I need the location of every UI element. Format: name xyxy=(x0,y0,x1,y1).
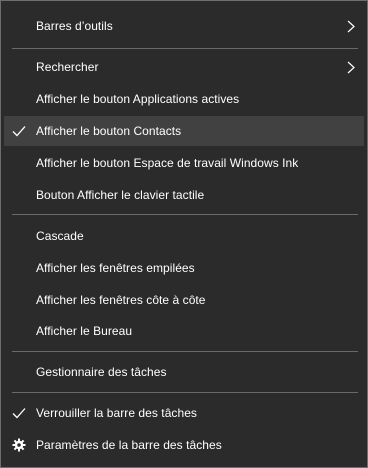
check-icon xyxy=(12,408,26,419)
menu-item-taskbar-settings[interactable]: Paramètres de la barre des tâches xyxy=(4,430,364,460)
menu-item-side-by-side[interactable]: Afficher les fenêtres côte à côte xyxy=(4,285,364,315)
menu-item-label: Afficher le Bureau xyxy=(36,324,133,338)
menu-item-label: Afficher le bouton Espace de travail Win… xyxy=(36,156,299,170)
menu-item-label: Gestionnaire des tâches xyxy=(36,365,167,379)
menu-item-label: Bouton Afficher le clavier tactile xyxy=(36,188,205,202)
menu-separator xyxy=(12,214,358,215)
menu-item-label: Barres d’outils xyxy=(36,19,113,33)
menu-item-show-desktop[interactable]: Afficher le Bureau xyxy=(4,316,364,346)
check-icon xyxy=(12,126,26,137)
chevron-right-icon xyxy=(347,20,355,33)
menu-item-label: Rechercher xyxy=(36,60,99,74)
menu-item-label: Verrouiller la barre des tâches xyxy=(36,406,197,420)
menu-item-stacked-windows[interactable]: Afficher les fenêtres empilées xyxy=(4,253,364,283)
menu-item-label: Paramètres de la barre des tâches xyxy=(36,438,222,452)
menu-item-show-windows-ink[interactable]: Afficher le bouton Espace de travail Win… xyxy=(4,148,364,178)
menu-item-show-active-apps[interactable]: Afficher le bouton Applications actives xyxy=(4,84,364,114)
menu-item-search[interactable]: Rechercher xyxy=(4,52,364,82)
menu-item-touch-keyboard[interactable]: Bouton Afficher le clavier tactile xyxy=(4,180,364,210)
gear-icon xyxy=(12,438,26,452)
menu-separator xyxy=(12,392,358,393)
menu-separator xyxy=(12,48,358,49)
menu-item-label: Cascade xyxy=(36,229,84,243)
menu-item-show-contacts[interactable]: Afficher le bouton Contacts xyxy=(4,116,364,146)
chevron-right-icon xyxy=(347,61,355,74)
menu-item-label: Afficher les fenêtres empilées xyxy=(36,261,195,275)
menu-item-task-manager[interactable]: Gestionnaire des tâches xyxy=(4,357,364,387)
menu-item-cascade[interactable]: Cascade xyxy=(4,221,364,251)
menu-item-toolbars[interactable]: Barres d’outils xyxy=(4,11,364,41)
menu-item-label: Afficher le bouton Applications actives xyxy=(36,92,240,106)
menu-item-label: Afficher le bouton Contacts xyxy=(36,124,182,138)
menu-item-lock-taskbar[interactable]: Verrouiller la barre des tâches xyxy=(4,398,364,428)
menu-item-label: Afficher les fenêtres côte à côte xyxy=(36,293,206,307)
menu-separator xyxy=(12,351,358,352)
taskbar-context-menu: Barres d’outils Rechercher Afficher le b… xyxy=(0,0,368,468)
